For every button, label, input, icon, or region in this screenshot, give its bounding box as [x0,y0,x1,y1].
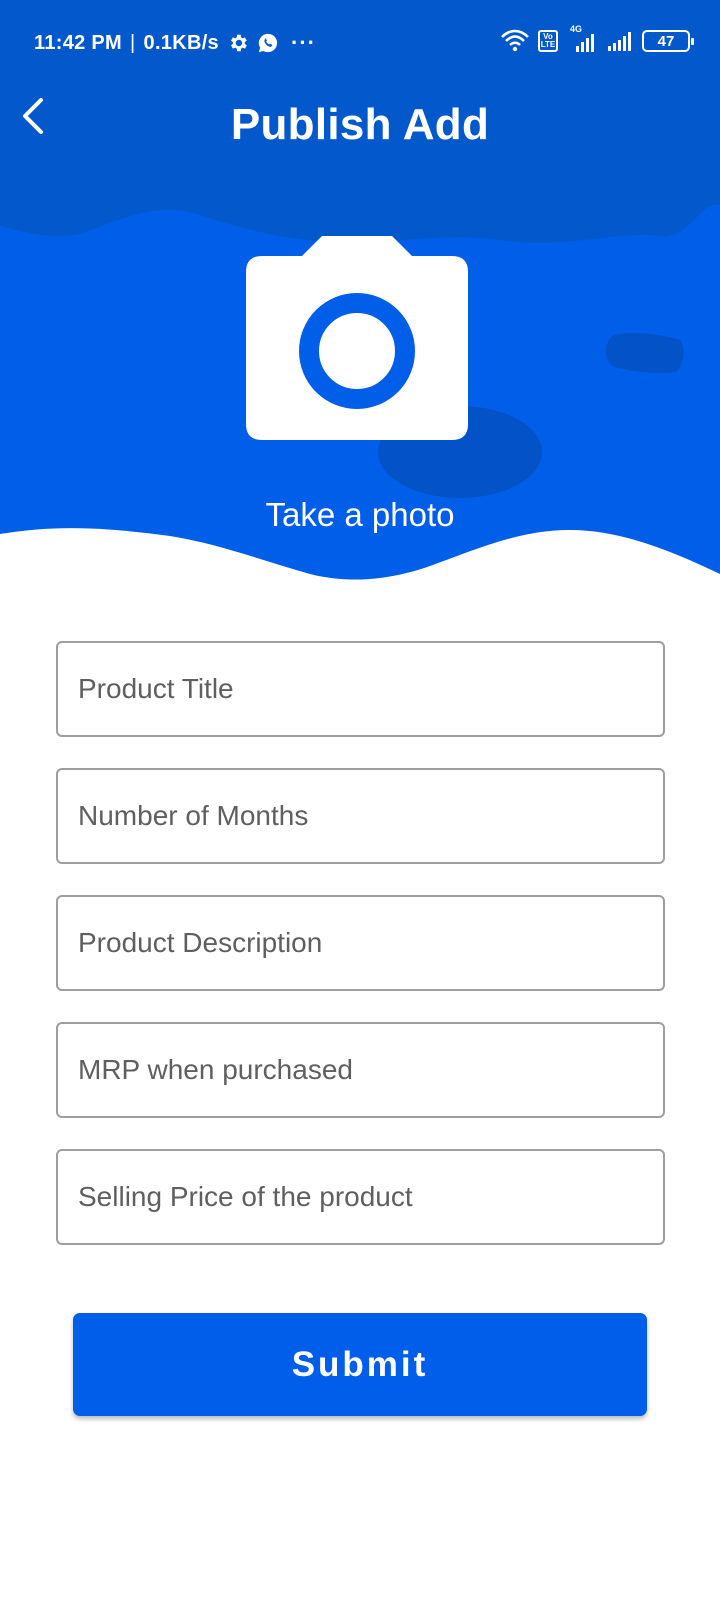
settings-gear-icon [227,32,249,54]
wifi-icon [500,29,530,53]
status-right-group: Vo LTE 4G 47 [500,24,694,54]
submit-button[interactable]: Submit [73,1313,647,1416]
camera-icon [246,236,468,440]
status-left-group: 11:42 PM | 0.1KB/s ··· [34,30,316,56]
take-photo-button[interactable] [242,234,472,444]
signal-icon [606,30,634,52]
product-title-input[interactable] [56,641,665,737]
mrp-input[interactable] [56,1022,665,1118]
whatsapp-icon [257,32,279,54]
volte-bottom-text: LTE [540,40,556,49]
page-title: Publish Add [230,100,490,149]
signal-4g-icon: 4G [566,24,598,54]
publish-form [56,641,665,1276]
product-description-input[interactable] [56,895,665,991]
take-photo-label[interactable]: Take a photo [0,496,720,534]
status-separator: | [130,31,136,54]
status-bar: 11:42 PM | 0.1KB/s ··· Vo LTE 4G 47 [0,0,720,88]
volte-icon: Vo LTE [538,30,558,52]
status-time: 11:42 PM [34,31,123,54]
number-of-months-input[interactable] [56,768,665,864]
more-dots-icon: ··· [291,30,316,55]
selling-price-input[interactable] [56,1149,665,1245]
battery-icon: 47 [642,30,694,52]
status-network-speed: 0.1KB/s [143,31,219,54]
battery-level: 47 [657,32,675,50]
